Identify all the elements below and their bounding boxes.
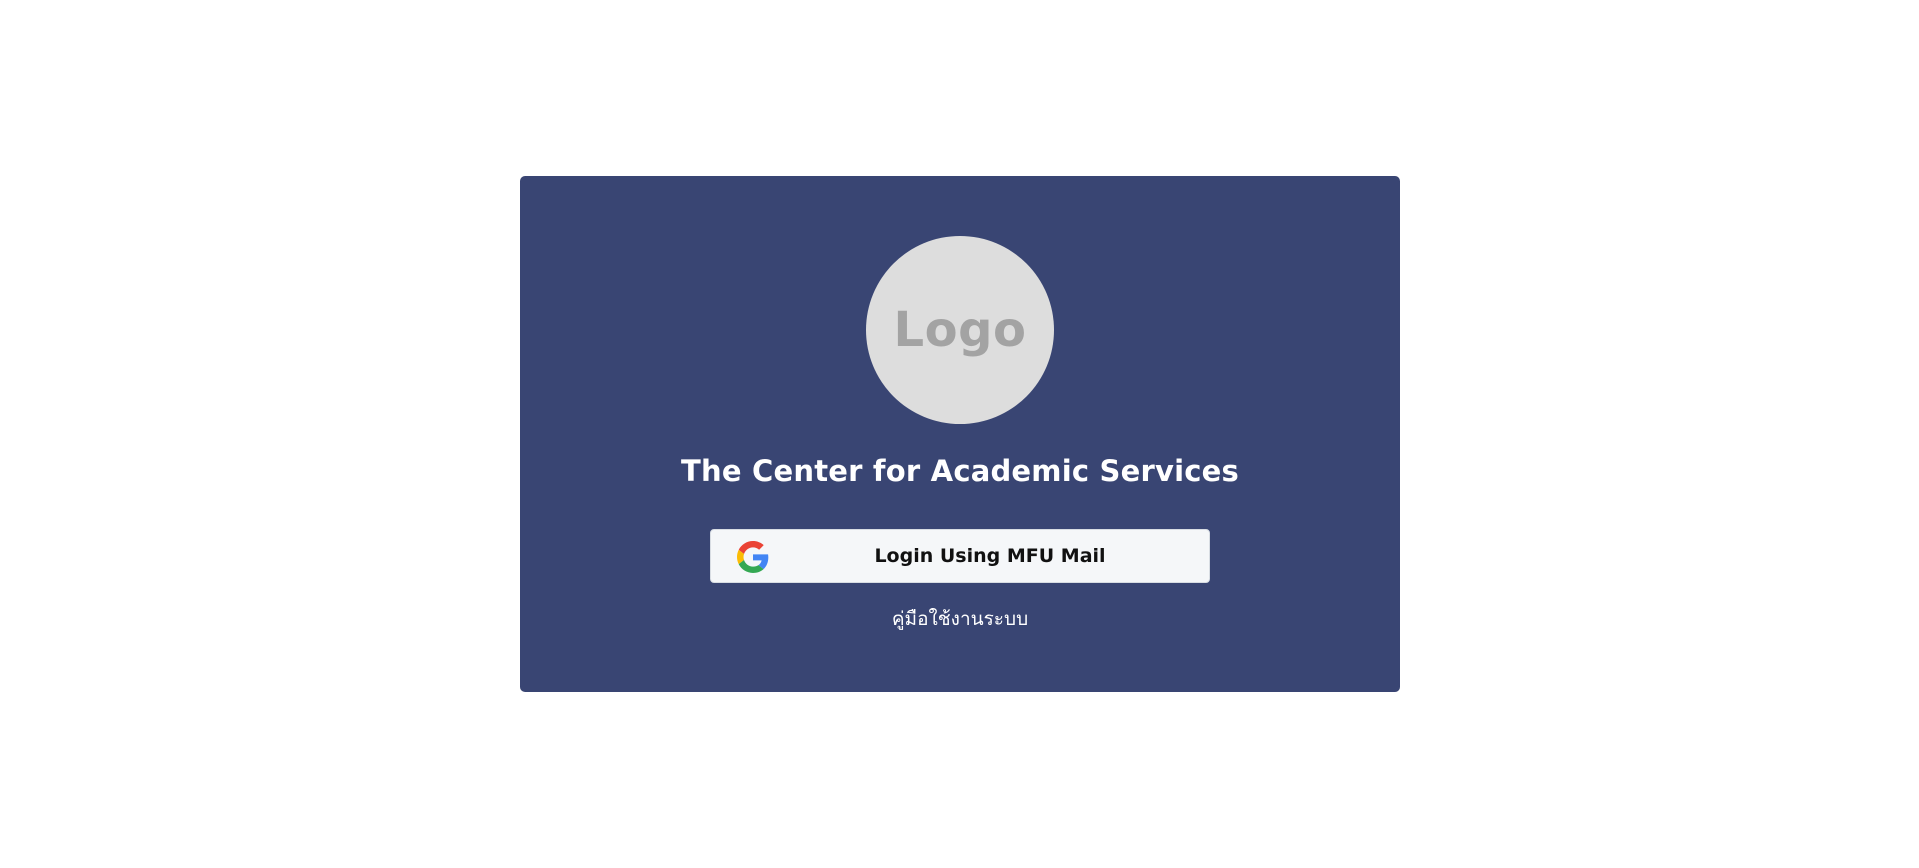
page-title: The Center for Academic Services <box>681 454 1239 488</box>
login-card: Logo The Center for Academic Services Lo… <box>520 176 1400 692</box>
google-icon <box>737 541 769 573</box>
login-button-label: Login Using MFU Mail <box>874 545 1106 567</box>
login-page: Logo The Center for Academic Services Lo… <box>0 0 1919 868</box>
logo-placeholder: Logo <box>866 236 1054 424</box>
user-manual-link[interactable]: คู่มือใช้งานระบบ <box>520 604 1400 634</box>
login-google-button[interactable]: Login Using MFU Mail <box>710 529 1210 583</box>
logo-text: Logo <box>893 302 1027 358</box>
